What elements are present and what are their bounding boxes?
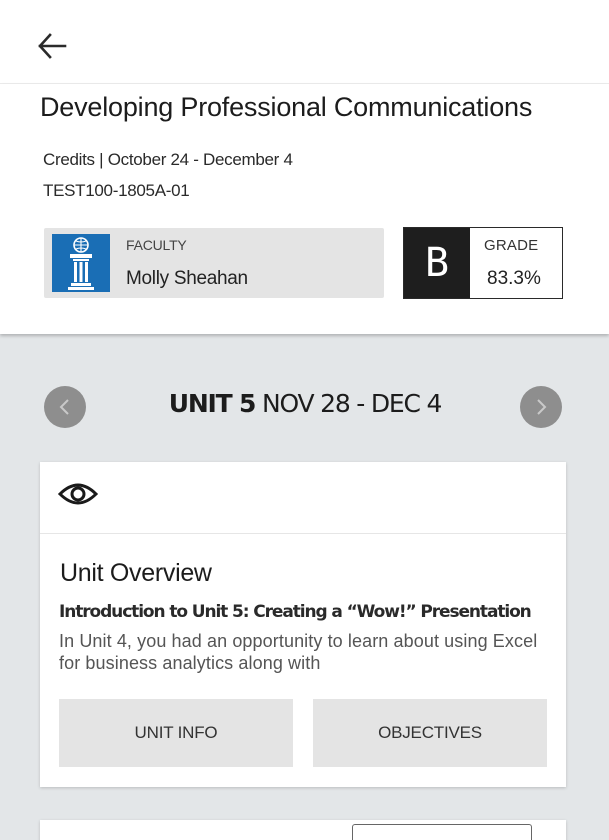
card-subtitle: Introduction to Unit 5: Creating a “Wow!…	[59, 602, 532, 622]
chevron-left-icon	[59, 399, 69, 415]
unit-heading: UNIT 5 NOV 28 - DEC 4	[90, 389, 520, 418]
unit-content: UNIT 5 NOV 28 - DEC 4 Unit Overview Intr…	[0, 334, 609, 840]
unit-info-button[interactable]: UNIT INFO	[59, 699, 293, 767]
grade-label: GRADE	[484, 237, 539, 254]
card-header	[40, 462, 566, 534]
faculty-name: Molly Sheahan	[126, 268, 248, 289]
eye-icon[interactable]	[58, 480, 98, 508]
back-button[interactable]	[30, 26, 74, 66]
unit-overview-card: Unit Overview Introduction to Unit 5: Cr…	[40, 462, 566, 787]
card-description: In Unit 4, you had an opportunity to lea…	[59, 631, 538, 673]
grade-card[interactable]: B GRADE 83.3%	[403, 227, 563, 299]
faculty-label: FACULTY	[126, 237, 187, 253]
previous-unit-button[interactable]	[44, 386, 86, 428]
arrow-left-icon	[38, 33, 67, 59]
unit-name: UNIT 5	[168, 389, 257, 418]
next-card-partial	[40, 820, 566, 840]
grade-letter: B	[404, 228, 470, 298]
chevron-right-icon	[537, 399, 547, 415]
course-title: Developing Professional Communications	[40, 92, 533, 122]
next-unit-button[interactable]	[520, 386, 562, 428]
grade-percent: 83.3%	[487, 268, 541, 289]
top-bar	[0, 0, 609, 84]
course-header: Developing Professional Communications C…	[0, 84, 609, 334]
objectives-button[interactable]: OBJECTIVES	[313, 699, 547, 767]
university-pillar-logo	[52, 234, 110, 292]
course-meta: Credits | October 24 - December 4	[43, 150, 293, 169]
card-tab	[352, 824, 532, 840]
card-title: Unit Overview	[60, 559, 212, 587]
course-code: TEST100-1805A-01	[43, 181, 190, 200]
unit-dates: NOV 28 - DEC 4	[255, 389, 442, 418]
faculty-card[interactable]: FACULTY Molly Sheahan	[44, 228, 384, 298]
